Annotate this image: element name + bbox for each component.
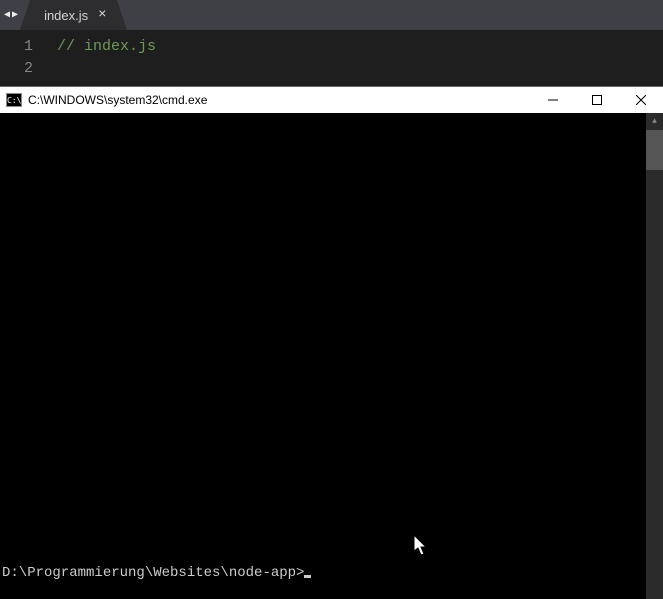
code-editor[interactable]: 1 2 // index.js bbox=[0, 30, 663, 86]
cmd-title-area: C:\ C:\WINDOWS\system32\cmd.exe bbox=[6, 93, 207, 107]
code-comment: // index.js bbox=[57, 38, 156, 55]
minimize-button[interactable] bbox=[531, 87, 575, 113]
file-tab-label: index.js bbox=[44, 8, 88, 23]
editor-tab-bar: ◀ ▶ index.js × bbox=[0, 0, 663, 30]
tab-next-icon[interactable]: ▶ bbox=[12, 9, 18, 21]
scroll-up-arrow-icon[interactable]: ▲ bbox=[646, 113, 663, 130]
maximize-button[interactable] bbox=[575, 87, 619, 113]
maximize-icon bbox=[592, 95, 602, 105]
cmd-title-text: C:\WINDOWS\system32\cmd.exe bbox=[28, 93, 207, 107]
tab-navigation: ◀ ▶ bbox=[0, 9, 22, 21]
line-number-gutter: 1 2 bbox=[0, 30, 45, 86]
close-tab-icon[interactable]: × bbox=[98, 7, 106, 23]
close-button[interactable] bbox=[619, 87, 663, 113]
line-number: 1 bbox=[0, 36, 45, 58]
cmd-prompt-line: D:\Programmierung\Websites\node-app> bbox=[2, 565, 311, 581]
close-icon bbox=[636, 95, 646, 105]
file-tab[interactable]: index.js × bbox=[30, 0, 116, 30]
cmd-scrollbar[interactable]: ▲ bbox=[646, 113, 663, 599]
cmd-window: C:\ C:\WINDOWS\system32\cmd.exe ▲ D:\Pro… bbox=[0, 86, 663, 599]
cmd-prompt-text: D:\Programmierung\Websites\node-app> bbox=[2, 565, 304, 581]
window-controls bbox=[531, 87, 663, 113]
cmd-body[interactable]: ▲ D:\Programmierung\Websites\node-app> bbox=[0, 113, 663, 599]
cmd-cursor bbox=[304, 575, 311, 578]
line-number: 2 bbox=[0, 58, 45, 80]
scroll-thumb[interactable] bbox=[646, 130, 663, 170]
cmd-titlebar[interactable]: C:\ C:\WINDOWS\system32\cmd.exe bbox=[0, 87, 663, 113]
minimize-icon bbox=[548, 95, 558, 105]
code-content[interactable]: // index.js bbox=[45, 30, 156, 86]
code-line: // index.js bbox=[57, 36, 156, 58]
tab-previous-icon[interactable]: ◀ bbox=[4, 9, 10, 21]
cmd-app-icon: C:\ bbox=[6, 93, 22, 107]
